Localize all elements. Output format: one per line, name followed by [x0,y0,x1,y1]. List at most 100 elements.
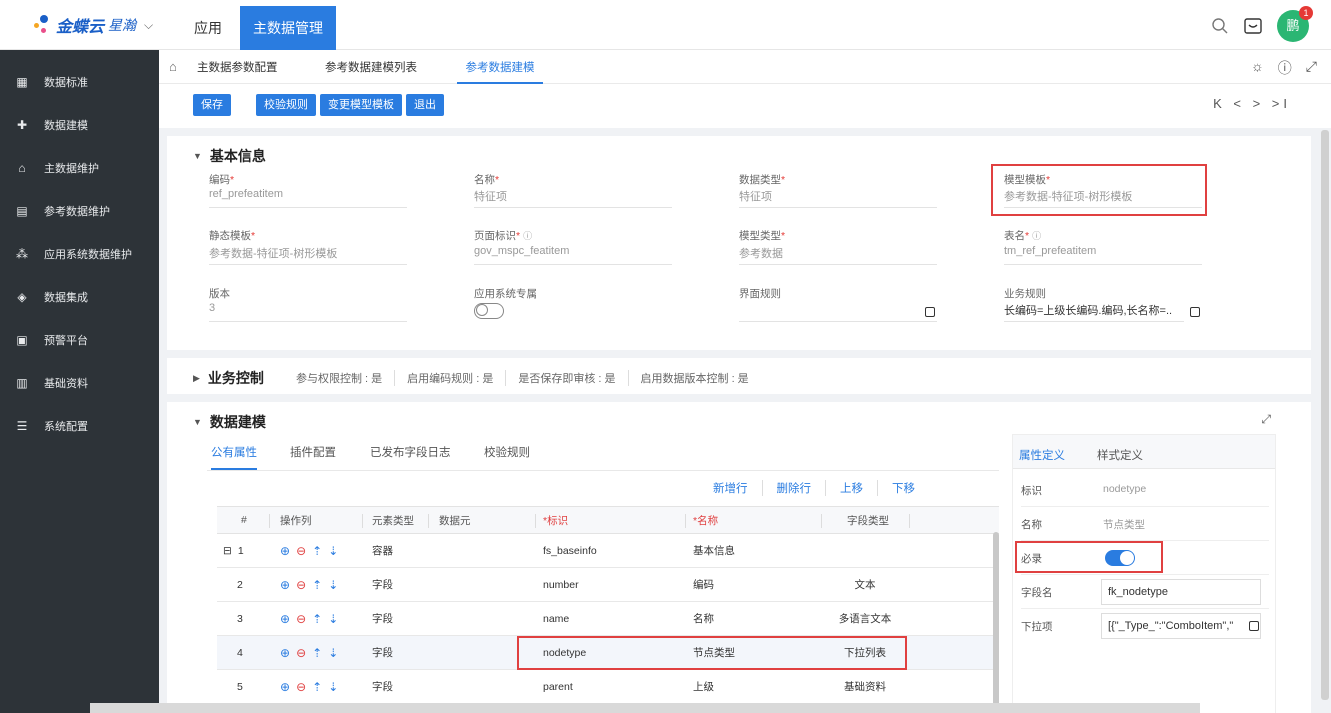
grid-scrollbar[interactable] [993,532,999,713]
move-up-button[interactable]: 上移 [825,480,877,496]
sidebar-item-data-standard[interactable]: ▦ 数据标准 [0,60,159,103]
help-icon[interactable]: ⓘ [1278,58,1292,78]
sidebar-item-reference-maintenance[interactable]: ▤ 参考数据维护 [0,189,159,232]
cell-identifier[interactable]: parent [543,670,573,703]
version-field[interactable]: 3 [209,302,407,322]
move-down-button[interactable]: 下移 [877,480,929,496]
add-icon[interactable]: ⊕ [280,578,290,592]
fullscreen-icon[interactable]: ⤢ [1306,58,1317,78]
nav-masterdata[interactable]: 主数据管理 [240,6,336,50]
move-up-icon[interactable]: ⇡ [312,612,322,626]
subtab-validation-rules[interactable]: 校验规则 [484,444,530,470]
code-field[interactable]: ref_prefeatitem [209,188,407,208]
cell-field-type[interactable]: 多语言文本 [821,602,909,635]
move-down-icon[interactable]: ⇣ [328,544,338,558]
horizontal-scrollbar[interactable] [90,703,1200,713]
sidebar-item-alert[interactable]: ▣ 预警平台 [0,318,159,361]
biz-rule-field[interactable]: 长编码=上级长编码.编码,长名称=.. [1004,302,1184,322]
cell-identifier[interactable]: fs_baseinfo [543,534,597,567]
delete-row-button[interactable]: 删除行 [761,480,826,496]
add-icon[interactable]: ⊕ [280,646,290,660]
app-logo[interactable]: 金蝶云 星瀚 ⌵ [34,13,153,37]
expand-toggle-icon[interactable]: ⊟ [223,545,232,557]
message-icon[interactable] [1243,16,1263,36]
add-icon[interactable]: ⊕ [280,544,290,558]
nav-app[interactable]: 应用 [182,0,234,50]
data-modeling-title[interactable]: ▼ 数据建模 [193,412,266,432]
cell-identifier[interactable]: number [543,568,579,601]
dropdown-items-input[interactable]: [{"_Type_":"ComboItem"," [1101,613,1261,639]
table-row[interactable]: 5 ⊕ ⊖ ⇡ ⇣ 字段 parent 上级 基础资料 [217,670,999,704]
tab-style-definition[interactable]: 样式定义 [1097,447,1143,463]
remove-icon[interactable]: ⊖ [296,544,306,558]
sidebar-item-integration[interactable]: ◈ 数据集成 [0,275,159,318]
tab-reference-modeling[interactable]: 参考数据建模 [457,50,543,84]
cell-field-type[interactable]: 文本 [821,568,909,601]
remove-icon[interactable]: ⊖ [296,612,306,626]
search-icon[interactable] [1211,17,1229,35]
move-up-icon[interactable]: ⇡ [312,680,322,694]
tab-param-config[interactable]: 主数据参数配置 [197,50,278,84]
ui-rule-field[interactable] [739,302,937,322]
edit-icon[interactable] [1190,307,1200,317]
expand-icon[interactable]: ⤢ [1261,412,1271,427]
move-down-icon[interactable]: ⇣ [328,646,338,660]
cell-field-type[interactable]: 基础资料 [821,670,909,703]
tab-attr-definition[interactable]: 属性定义 [1019,447,1065,463]
subtab-published-log[interactable]: 已发布字段日志 [370,444,451,470]
cell-name[interactable]: 基本信息 [693,534,735,567]
page-id-field[interactable]: gov_mspc_featitem [474,245,672,265]
sidebar-item-settings[interactable]: ☰ 系统配置 [0,404,159,447]
cell-identifier[interactable]: name [543,602,569,635]
static-template-field[interactable]: 参考数据-特征项-树形模板 [209,245,407,265]
save-button[interactable]: 保存 [193,94,231,116]
subtab-public-attrs[interactable]: 公有属性 [211,444,257,470]
tab-model-list[interactable]: 参考数据建模列表 [325,50,417,84]
help-icon[interactable]: ⓘ [1032,231,1041,241]
table-row[interactable]: 2 ⊕ ⊖ ⇡ ⇣ 字段 number 编码 文本 [217,568,999,602]
table-row[interactable]: 3 ⊕ ⊖ ⇡ ⇣ 字段 name 名称 多语言文本 [217,602,999,636]
name-field[interactable]: 特征项 [474,188,672,208]
edit-icon[interactable] [1249,621,1259,631]
cell-name[interactable]: 编码 [693,568,714,601]
move-down-icon[interactable]: ⇣ [328,680,338,694]
exit-button[interactable]: 退出 [406,94,444,116]
page-scrollbar[interactable] [1321,130,1329,700]
add-row-button[interactable]: 新增行 [699,480,762,496]
move-down-icon[interactable]: ⇣ [328,578,338,592]
sidebar-item-data-modeling[interactable]: ✚ 数据建模 [0,103,159,146]
subtab-plugin-config[interactable]: 插件配置 [290,444,336,470]
sidebar-item-basic-data[interactable]: ▥ 基础资料 [0,361,159,404]
remove-icon[interactable]: ⊖ [296,578,306,592]
remove-icon[interactable]: ⊖ [296,680,306,694]
remove-icon[interactable]: ⊖ [296,646,306,660]
edit-icon[interactable] [925,307,935,317]
help-icon[interactable]: ⓘ [523,231,532,241]
move-down-icon[interactable]: ⇣ [328,612,338,626]
table-name-field[interactable]: tm_ref_prefeatitem [1004,245,1202,265]
home-icon[interactable]: ⌂ [169,59,177,74]
change-template-button[interactable]: 变更模型模板 [320,94,402,116]
move-up-icon[interactable]: ⇡ [312,544,322,558]
theme-icon[interactable]: ☼ [1251,58,1264,78]
chevron-down-icon[interactable]: ⌵ [144,18,153,33]
add-icon[interactable]: ⊕ [280,612,290,626]
avatar[interactable]: 鹏 1 [1277,6,1313,42]
table-row[interactable]: ⊟ 1 ⊕ ⊖ ⇡ ⇣ 容器 fs_baseinfo 基本信息 [217,534,999,568]
sidebar-item-master-maintenance[interactable]: ⌂ 主数据维护 [0,146,159,189]
table-row-selected[interactable]: 4 ⊕ ⊖ ⇡ ⇣ 字段 nodetype 节点类型 下拉列表 [217,636,999,670]
model-type-field[interactable]: 参考数据 [739,245,937,265]
cell-field-type[interactable] [821,534,909,567]
field-name-input[interactable]: fk_nodetype [1101,579,1261,605]
record-pager[interactable]: K < > >I [1213,96,1291,111]
sidebar-item-app-system[interactable]: ⁂ 应用系统数据维护 [0,232,159,275]
basic-info-title[interactable]: ▼ 基本信息 [193,146,266,166]
add-icon[interactable]: ⊕ [280,680,290,694]
app-exclusive-toggle[interactable] [474,303,504,319]
validate-button[interactable]: 校验规则 [256,94,316,116]
data-type-field[interactable]: 特征项 [739,188,937,208]
cell-name[interactable]: 名称 [693,602,714,635]
move-up-icon[interactable]: ⇡ [312,646,322,660]
business-control-title[interactable]: ▶ 业务控制 [193,368,264,388]
move-up-icon[interactable]: ⇡ [312,578,322,592]
